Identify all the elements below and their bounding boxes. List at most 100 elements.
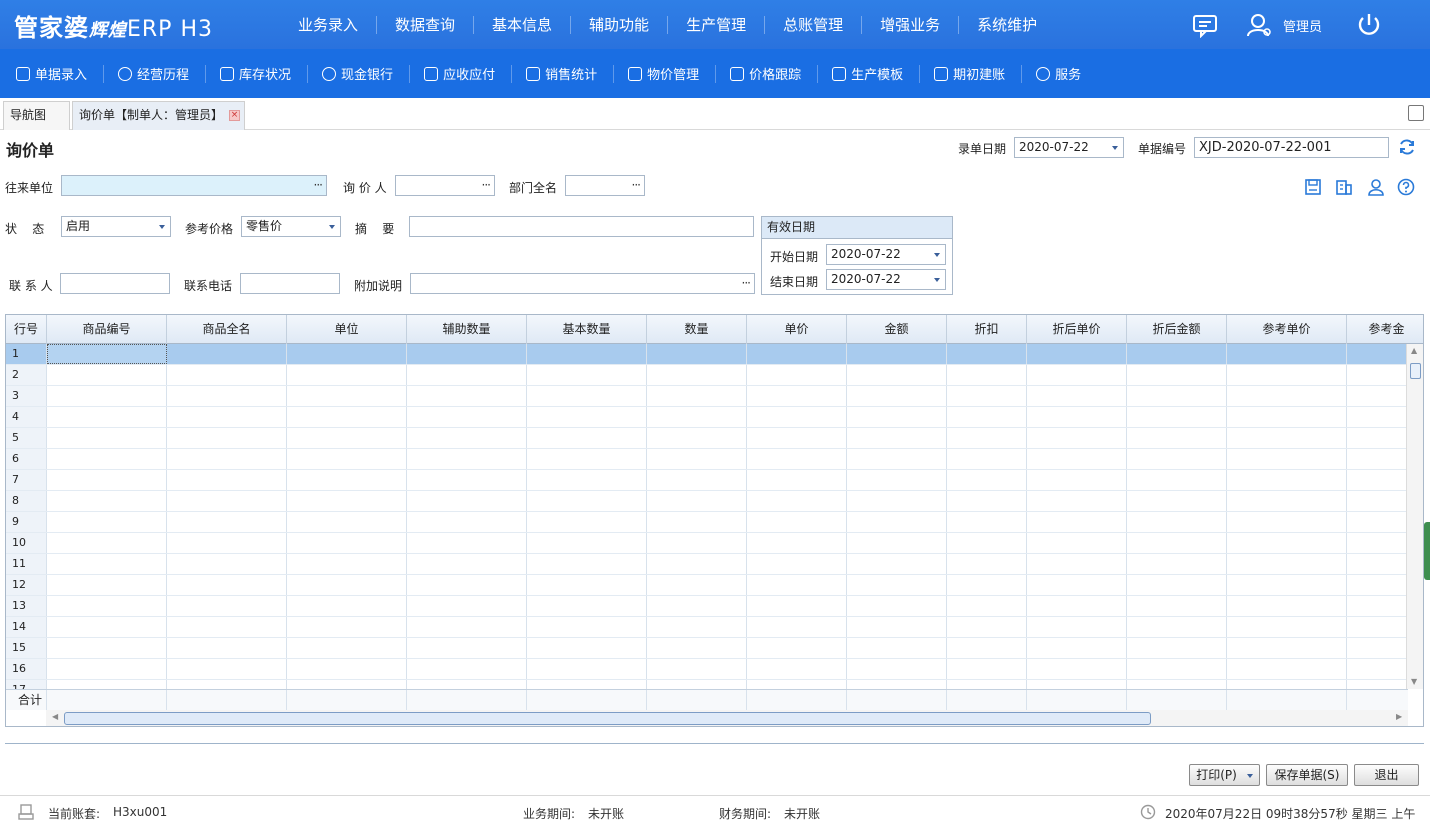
column-header[interactable]: 参考单价 [1227, 315, 1347, 344]
grid-cell[interactable] [1027, 386, 1127, 406]
grid-cell[interactable] [1027, 407, 1127, 427]
grid-cell[interactable] [527, 680, 647, 689]
grid-cell[interactable] [847, 470, 947, 490]
grid-cell[interactable] [747, 659, 847, 679]
grid-cell[interactable] [287, 680, 407, 689]
grid-cell[interactable] [527, 386, 647, 406]
grid-cell[interactable] [527, 365, 647, 385]
more-icon[interactable]: ··· [482, 176, 492, 195]
grid-cell[interactable] [1347, 659, 1408, 679]
grid-cell[interactable] [1027, 659, 1127, 679]
contact-field[interactable] [60, 273, 170, 294]
grid-cell[interactable] [1347, 575, 1408, 595]
grid-cell[interactable] [1127, 428, 1227, 448]
grid-cell[interactable] [947, 407, 1027, 427]
grid-cell[interactable] [167, 428, 287, 448]
grid-cell[interactable] [1227, 386, 1347, 406]
grid-cell[interactable] [47, 575, 167, 595]
grid-cell[interactable] [747, 365, 847, 385]
toolbar-item[interactable]: 库存状况 [218, 64, 309, 83]
help-icon[interactable] [1397, 178, 1415, 196]
grid-cell[interactable] [407, 680, 527, 689]
grid-cell[interactable] [1347, 554, 1408, 574]
grid-cell[interactable] [647, 344, 747, 364]
grid-cell[interactable] [1347, 407, 1408, 427]
grid-cell[interactable] [947, 617, 1027, 637]
grid-cell[interactable] [647, 659, 747, 679]
grid-cell[interactable] [167, 512, 287, 532]
column-header[interactable]: 商品全名 [167, 315, 287, 344]
grid-cell[interactable] [527, 533, 647, 553]
column-header[interactable]: 单价 [747, 315, 847, 344]
grid-cell[interactable] [647, 407, 747, 427]
grid-cell[interactable] [407, 491, 527, 511]
grid-cell[interactable] [167, 407, 287, 427]
horizontal-scroll-thumb[interactable] [64, 712, 1151, 725]
grid-cell[interactable] [287, 638, 407, 658]
table-row[interactable]: 13 [6, 596, 1408, 617]
grid-cell[interactable] [847, 659, 947, 679]
grid-cell[interactable] [1347, 533, 1408, 553]
grid-cell[interactable] [1227, 659, 1347, 679]
grid-cell[interactable] [747, 428, 847, 448]
grid-cell[interactable] [167, 554, 287, 574]
grid-cell[interactable] [1227, 470, 1347, 490]
column-config-icon[interactable] [1335, 178, 1353, 196]
grid-cell[interactable] [1227, 449, 1347, 469]
grid-cell[interactable] [1347, 365, 1408, 385]
grid-cell[interactable] [1027, 680, 1127, 689]
grid-cell[interactable] [747, 407, 847, 427]
grid-cell[interactable] [527, 407, 647, 427]
grid-cell[interactable] [287, 491, 407, 511]
main-nav-item[interactable]: 辅助功能 [571, 15, 669, 34]
grid-cell[interactable] [287, 344, 407, 364]
grid-cell[interactable] [47, 617, 167, 637]
grid-cell[interactable] [1227, 533, 1347, 553]
grid-cell[interactable] [947, 512, 1027, 532]
grid-cell[interactable] [1027, 365, 1127, 385]
grid-cell[interactable] [167, 596, 287, 616]
grid-cell[interactable] [747, 533, 847, 553]
grid-cell[interactable] [1127, 365, 1227, 385]
column-header[interactable]: 折扣 [947, 315, 1027, 344]
column-header[interactable]: 数量 [647, 315, 747, 344]
grid-cell[interactable] [1027, 491, 1127, 511]
chevron-down-icon[interactable] [1246, 773, 1253, 778]
table-row[interactable]: 17 [6, 680, 1408, 689]
grid-cell[interactable] [847, 491, 947, 511]
grid-cell[interactable] [1227, 554, 1347, 574]
grid-cell[interactable] [1347, 470, 1408, 490]
grid-cell[interactable] [1027, 554, 1127, 574]
restore-window-icon[interactable] [1408, 105, 1424, 121]
grid-cell[interactable] [47, 512, 167, 532]
grid-cell[interactable] [947, 533, 1027, 553]
grid-cell[interactable] [1227, 491, 1347, 511]
user-icon[interactable] [1246, 12, 1272, 38]
grid-cell[interactable] [747, 491, 847, 511]
grid-cell[interactable] [747, 638, 847, 658]
grid-cell[interactable] [407, 512, 527, 532]
grid-cell[interactable] [947, 428, 1027, 448]
grid-cell[interactable] [647, 533, 747, 553]
table-row[interactable]: 6 [6, 449, 1408, 470]
grid-cell[interactable] [527, 596, 647, 616]
grid-cell[interactable] [747, 386, 847, 406]
grid-cell[interactable] [1127, 470, 1227, 490]
grid-cell[interactable] [167, 617, 287, 637]
grid-cell[interactable] [847, 512, 947, 532]
grid-cell[interactable] [47, 449, 167, 469]
phone-field[interactable] [240, 273, 340, 294]
grid-cell[interactable] [747, 554, 847, 574]
save-layout-icon[interactable] [1304, 178, 1322, 196]
tab-close-icon[interactable]: × [229, 110, 241, 121]
grid-cell[interactable] [947, 575, 1027, 595]
grid-cell[interactable] [47, 491, 167, 511]
table-row[interactable]: 12 [6, 575, 1408, 596]
grid-cell[interactable] [287, 617, 407, 637]
grid-cell[interactable] [947, 449, 1027, 469]
grid-cell[interactable] [747, 617, 847, 637]
grid-cell[interactable] [747, 680, 847, 689]
grid-cell[interactable] [47, 638, 167, 658]
table-row[interactable]: 8 [6, 491, 1408, 512]
grid-cell[interactable] [527, 554, 647, 574]
